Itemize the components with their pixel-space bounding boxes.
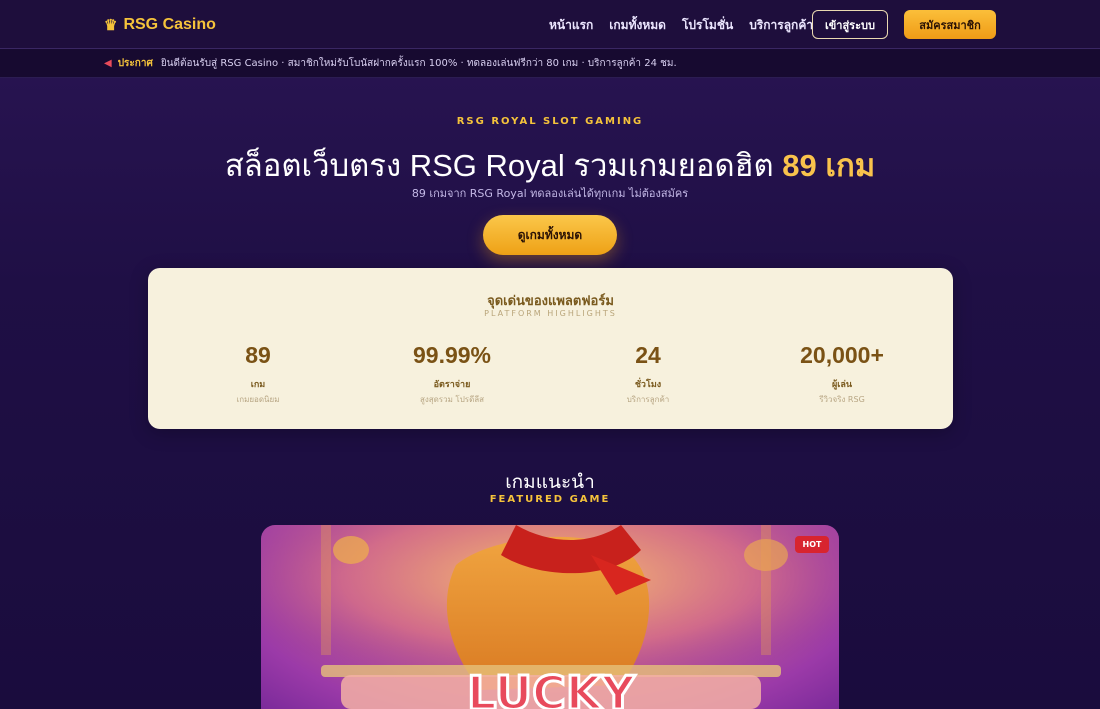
- main-nav: หน้าแรก เกมทั้งหมด โปรโมชั่น บริการลูกค้…: [549, 16, 813, 35]
- nav-item-all-games[interactable]: เกมทั้งหมด: [609, 16, 666, 35]
- nav-item-home[interactable]: หน้าแรก: [549, 16, 593, 35]
- title-main: สล็อตเว็บตรง RSG Royal รวมเกมยอดฮิต: [224, 148, 774, 183]
- stat-label: ผู้เล่น: [831, 380, 853, 390]
- crown-icon: ♛: [104, 17, 118, 34]
- view-all-games-button[interactable]: ดูเกมทั้งหมด: [483, 215, 617, 255]
- hero-subtitle: 89 เกมจาก RSG Royal ทดลองเล่นได้ทุกเกม ไ…: [411, 187, 689, 200]
- stats-row: 89 เกม เกมยอดนิยม 99.99% อัตราจ่าย สูงสุ…: [148, 342, 953, 412]
- stat-item: 89 เกม เกมยอดนิยม: [158, 342, 358, 406]
- title-highlight: 89 เกม: [782, 148, 876, 183]
- announcement-bar: ◀ ประกาศ ยินดีต้อนรับสู่ RSG Casino · สม…: [0, 49, 1100, 78]
- stat-value: 89: [245, 342, 271, 368]
- stat-value: 20,000+: [800, 342, 884, 368]
- hot-badge: HOT: [795, 536, 829, 553]
- nav-item-support[interactable]: บริการลูกค้า: [749, 16, 813, 35]
- featured-subtitle: FEATURED GAME: [489, 494, 611, 505]
- logo-text: RSG Casino: [123, 16, 216, 33]
- announcement-label: ประกาศ: [117, 57, 153, 69]
- stat-desc: สูงสุดรวม โปรดีลีส: [419, 395, 485, 404]
- register-button[interactable]: สมัครสมาชิก: [904, 10, 996, 39]
- hero-eyebrow: RSG ROYAL SLOT GAMING: [456, 116, 644, 127]
- stat-value: 24: [635, 342, 661, 368]
- page-title: สล็อตเว็บตรง RSG Royal รวมเกมยอดฮิต 89 เ…: [0, 140, 1100, 190]
- nav-item-promotions[interactable]: โปรโมชั่น: [682, 16, 733, 35]
- megaphone-icon: ◀: [104, 57, 112, 69]
- highlights-card: จุดเด่นของแพลตฟอร์ม PLATFORM HIGHLIGHTS …: [148, 268, 953, 429]
- logo[interactable]: ♛ RSG Casino: [104, 14, 216, 36]
- game-thumbnail: LUCKY: [261, 525, 839, 709]
- stat-label: ชั่วโมง: [634, 380, 662, 390]
- featured-game-card[interactable]: LUCKY: [261, 525, 839, 709]
- announcement-text: ยินดีต้อนรับสู่ RSG Casino · สมาชิกใหม่ร…: [160, 57, 677, 69]
- stat-item: 24 ชั่วโมง บริการลูกค้า: [548, 342, 748, 406]
- stat-label: อัตราจ่าย: [433, 380, 471, 390]
- svg-text:LUCKY: LUCKY: [467, 666, 635, 709]
- stat-label: เกม: [250, 380, 266, 390]
- highlights-title: จุดเด่นของแพลตฟอร์ม: [487, 294, 614, 309]
- stat-desc: เกมยอดนิยม: [236, 395, 280, 404]
- stat-item: 20,000+ ผู้เล่น รีวิวจริง RSG: [742, 342, 942, 406]
- stat-item: 99.99% อัตราจ่าย สูงสุดรวม โปรดีลีส: [352, 342, 552, 406]
- stat-desc: รีวิวจริง RSG: [819, 395, 865, 404]
- highlights-subtitle: PLATFORM HIGHLIGHTS: [484, 309, 617, 318]
- login-button[interactable]: เข้าสู่ระบบ: [812, 10, 888, 39]
- stat-value: 99.99%: [412, 342, 491, 368]
- stat-desc: บริการลูกค้า: [626, 395, 670, 404]
- featured-title: เกมแนะนำ: [505, 471, 595, 493]
- site-header: ♛ RSG Casino หน้าแรก เกมทั้งหมด โปรโมชั่…: [0, 0, 1100, 49]
